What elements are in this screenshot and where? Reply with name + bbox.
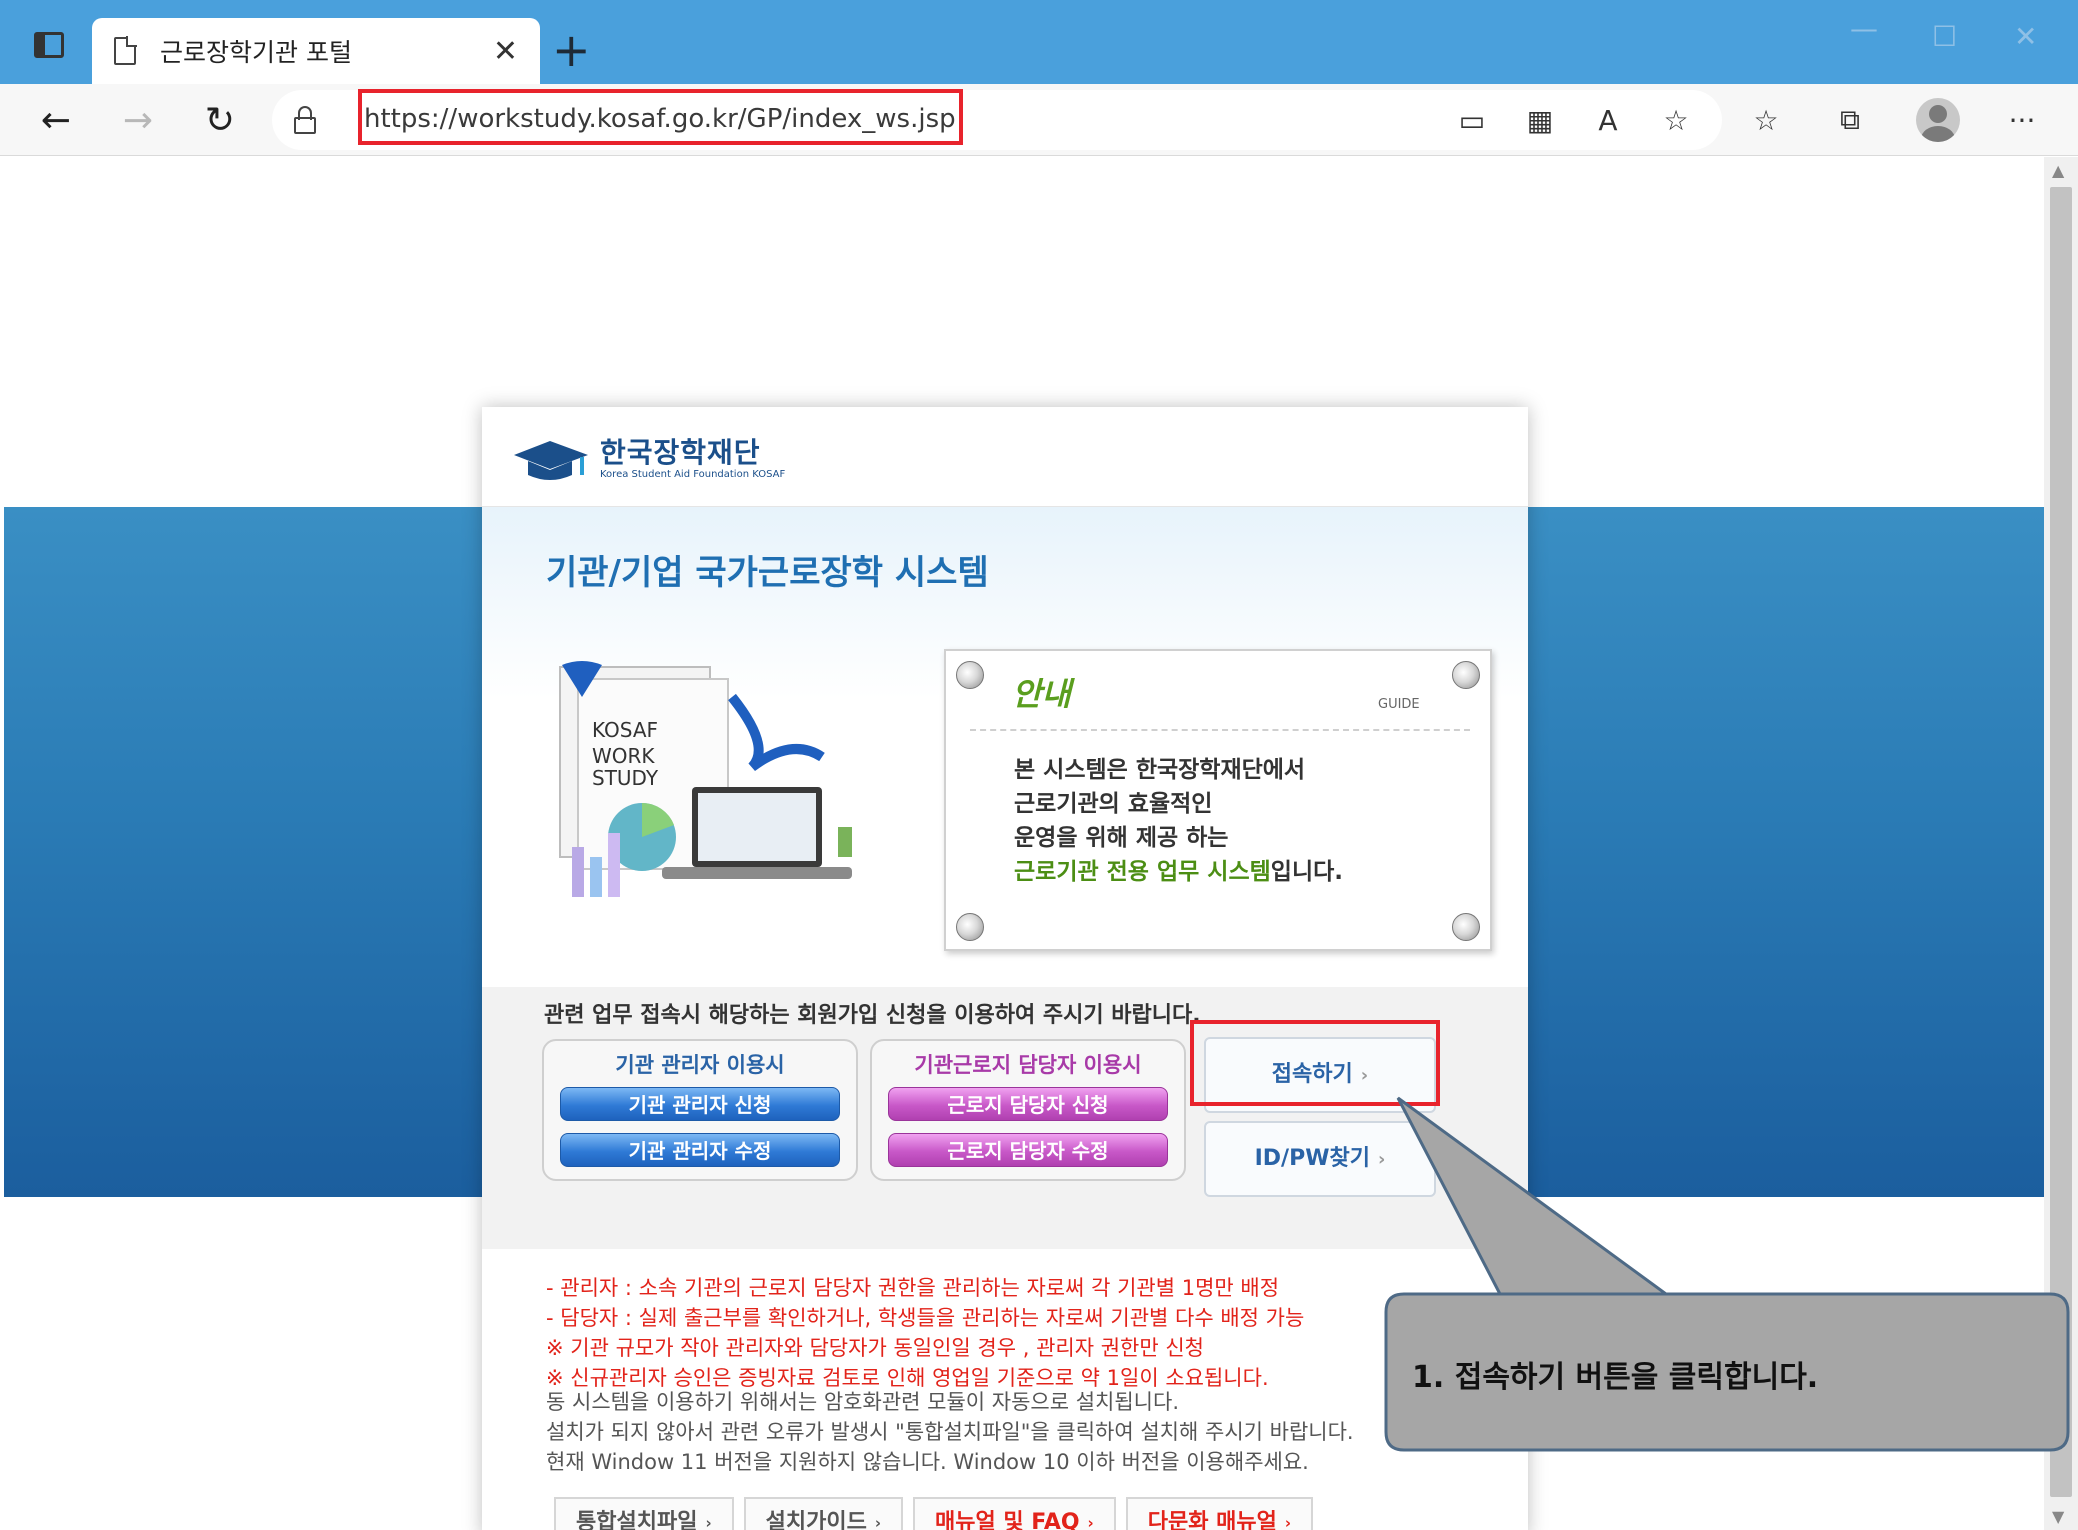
multicultural-manual-link[interactable]: 다문화 매뉴얼 › — [1125, 1497, 1314, 1530]
favorites-icon[interactable]: ☆ — [1744, 100, 1788, 140]
vertical-scrollbar[interactable]: ▲ ▼ — [2044, 157, 2078, 1530]
illus-text-work: WORK — [592, 744, 655, 768]
red-notes: - 관리자 : 소속 기관의 근로지 담당자 권한을 관리하는 자로써 각 기관… — [546, 1273, 1304, 1393]
callout-text: 1. 접속하기 버튼을 클릭합니다. — [1412, 1360, 1819, 1395]
scroll-up-icon[interactable]: ▲ — [2052, 161, 2064, 180]
logo-subtitle: Korea Student Aid Foundation KOSAF — [600, 469, 786, 480]
gray-note: 동 시스템을 이용하기 위해서는 암호화관련 모듈이 자동으로 설치됩니다. — [546, 1390, 1179, 1414]
worker-group-title: 기관근로지 담당자 이용시 — [914, 1053, 1142, 1077]
gray-notes: 동 시스템을 이용하기 위해서는 암호화관련 모듈이 자동으로 설치됩니다. 설… — [546, 1387, 1354, 1477]
graduation-cap-icon — [514, 441, 588, 480]
guide-line: 근로기관의 효율적인 — [1014, 791, 1213, 817]
red-note: ※ 기관 규모가 작아 관리자와 담당자가 동일인일 경우 , 관리자 권한만 … — [546, 1336, 1204, 1360]
guide-line: 운영을 위해 제공 하는 — [1014, 825, 1229, 851]
lock-icon[interactable] — [294, 106, 316, 134]
scrollbar-thumb[interactable] — [2050, 187, 2072, 1497]
guide-tag: GUIDE — [1378, 697, 1420, 712]
find-id-pw-button[interactable]: ID/PW찾기 › — [1204, 1121, 1436, 1197]
gray-note: 설치가 되지 않아서 관련 오류가 발생시 "통합설치파일"을 클릭하여 설치해… — [546, 1420, 1354, 1444]
worker-group: 기관근로지 담당자 이용시 근로지 담당자 신청 근로지 담당자 수정 — [870, 1039, 1186, 1181]
tab-actions-icon[interactable] — [14, 20, 84, 70]
worker-apply-button[interactable]: 근로지 담당자 신청 — [888, 1087, 1168, 1121]
guide-highlight-suffix: 입니다. — [1270, 859, 1344, 885]
connect-highlight-box — [1190, 1020, 1440, 1106]
hero-section: 기관/기업 국가근로장학 시스템 KOSAF WORK STUDY 안내 GUI… — [482, 507, 1528, 987]
rivet-icon — [1452, 661, 1480, 689]
back-icon[interactable]: ← — [30, 94, 82, 146]
rivet-icon — [956, 661, 984, 689]
browser-tab-bar: 근로장학기관 포털 ✕ + — ☐ ✕ — [0, 0, 2078, 84]
bottom-links: 통합설치파일 › 설치가이드 › 매뉴얼 및 FAQ › 다문화 매뉴얼 › — [554, 1497, 1314, 1530]
find-id-pw-label: ID/PW찾기 — [1254, 1146, 1370, 1171]
logo-name: 한국장학재단 — [600, 436, 761, 469]
install-file-link[interactable]: 통합설치파일 › — [554, 1497, 734, 1530]
multicultural-manual-label: 다문화 매뉴얼 — [1147, 1510, 1277, 1530]
gray-note: 현재 Window 11 버전을 지원하지 않습니다. Window 10 이하… — [546, 1450, 1309, 1474]
guide-text: 본 시스템은 한국장학재단에서 근로기관의 효율적인 운영을 위해 제공 하는 … — [1014, 753, 1343, 889]
forward-icon[interactable]: → — [112, 94, 164, 146]
read-aloud-icon[interactable]: A — [1586, 100, 1630, 140]
illus-text-kosaf: KOSAF — [592, 718, 658, 742]
tab-close-icon[interactable]: ✕ — [493, 34, 518, 69]
red-note: - 담당자 : 실제 출근부를 확인하거나, 학생들을 관리하는 자로써 기관별… — [546, 1306, 1305, 1330]
url-highlight-box — [358, 89, 963, 145]
guide-heading: 안내 — [1012, 675, 1071, 713]
refresh-icon[interactable]: ↻ — [194, 94, 246, 146]
scroll-down-icon[interactable]: ▼ — [2052, 1507, 2064, 1526]
browser-toolbar: ← → ↻ https://workstudy.kosaf.go.kr/GP/i… — [0, 84, 2078, 156]
new-tab-icon[interactable]: + — [552, 24, 591, 76]
chevron-right-icon: › — [705, 1514, 712, 1530]
illus-text-study: STUDY — [592, 766, 659, 790]
chevron-right-icon: › — [1377, 1149, 1386, 1170]
guide-board: 안내 GUIDE 본 시스템은 한국장학재단에서 근로기관의 효율적인 운영을 … — [944, 649, 1492, 951]
maximize-icon[interactable]: ☐ — [1932, 20, 1957, 53]
work-study-illustration: KOSAF WORK STUDY — [559, 661, 852, 897]
chevron-right-icon: › — [874, 1514, 882, 1530]
window-close-icon[interactable]: ✕ — [2014, 20, 2037, 53]
install-guide-link[interactable]: 설치가이드 › — [743, 1497, 904, 1530]
rivet-icon — [1452, 913, 1480, 941]
qr-code-icon[interactable]: ▦ — [1518, 100, 1562, 140]
guide-highlight: 근로기관 전용 업무 시스템 — [1014, 859, 1271, 885]
logo-area: 한국장학재단 Korea Student Aid Foundation KOSA… — [482, 407, 1528, 507]
app-available-icon[interactable]: ▭ — [1450, 100, 1494, 140]
chevron-right-icon: › — [1284, 1514, 1292, 1530]
page-icon — [114, 36, 137, 65]
page-viewport: 한국장학재단 Korea Student Aid Foundation KOSA… — [4, 157, 2044, 1530]
login-panel: 한국장학재단 Korea Student Aid Foundation KOSA… — [482, 407, 1528, 1530]
add-favorite-icon[interactable]: ☆ — [1654, 100, 1698, 140]
red-note: - 관리자 : 소속 기관의 근로지 담당자 권한을 관리하는 자로써 각 기관… — [546, 1276, 1280, 1300]
browser-tab[interactable]: 근로장학기관 포털 ✕ — [92, 18, 540, 84]
guide-divider — [970, 729, 1470, 731]
signup-notice: 관련 업무 접속시 해당하는 회원가입 신청을 이용하여 주시기 바랍니다. — [544, 1003, 1201, 1028]
install-guide-label: 설치가이드 — [765, 1510, 867, 1530]
worker-modify-button[interactable]: 근로지 담당자 수정 — [888, 1133, 1168, 1167]
manual-faq-label: 매뉴얼 및 FAQ — [935, 1510, 1080, 1530]
chevron-right-icon: › — [1087, 1514, 1094, 1530]
profile-avatar[interactable] — [1916, 98, 1960, 142]
rivet-icon — [956, 913, 984, 941]
collections-icon[interactable]: ⧉ — [1828, 100, 1872, 140]
manual-faq-link[interactable]: 매뉴얼 및 FAQ › — [913, 1497, 1116, 1530]
admin-modify-button[interactable]: 기관 관리자 수정 — [560, 1133, 840, 1167]
admin-apply-button[interactable]: 기관 관리자 신청 — [560, 1087, 840, 1121]
system-title: 기관/기업 국가근로장학 시스템 — [546, 553, 989, 593]
admin-group: 기관 관리자 이용시 기관 관리자 신청 기관 관리자 수정 — [542, 1039, 858, 1181]
guide-line: 본 시스템은 한국장학재단에서 — [1014, 757, 1306, 783]
admin-group-title: 기관 관리자 이용시 — [615, 1053, 785, 1077]
tab-title: 근로장학기관 포털 — [160, 38, 352, 67]
more-menu-icon[interactable]: ··· — [2000, 100, 2044, 140]
minimize-icon[interactable]: — — [1850, 12, 1878, 45]
install-file-label: 통합설치파일 — [576, 1510, 698, 1530]
guide-line-highlight: 근로기관 전용 업무 시스템입니다. — [1014, 855, 1343, 889]
